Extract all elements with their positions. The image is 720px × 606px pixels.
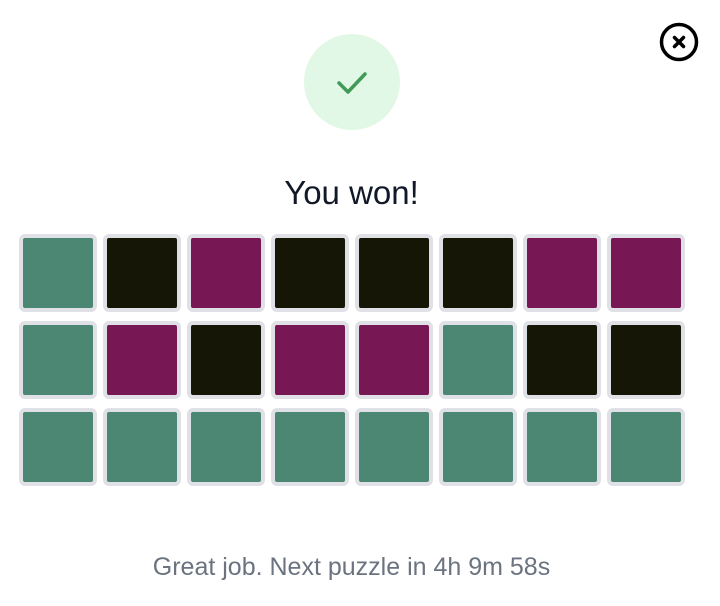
- board-cell: [19, 321, 97, 399]
- board-cell: [19, 234, 97, 312]
- close-button[interactable]: [659, 22, 699, 62]
- board-cell: [607, 234, 685, 312]
- checkmark-icon: [337, 72, 367, 94]
- board-cell: [19, 408, 97, 486]
- board-cell: [439, 321, 517, 399]
- board-cell: [439, 408, 517, 486]
- board-cell: [271, 408, 349, 486]
- board-cell: [355, 234, 433, 312]
- board-cell: [187, 408, 265, 486]
- board-cell: [523, 234, 601, 312]
- board-cell: [523, 408, 601, 486]
- result-title: You won!: [284, 174, 419, 211]
- board-cell: [187, 321, 265, 399]
- board-cell: [607, 321, 685, 399]
- board-cell: [523, 321, 601, 399]
- board-cell: [103, 408, 181, 486]
- board-cell: [271, 321, 349, 399]
- board-cell: [103, 321, 181, 399]
- board-cell: [103, 234, 181, 312]
- board-cell: [271, 234, 349, 312]
- result-board: [19, 234, 685, 486]
- close-icon[interactable]: [659, 22, 699, 62]
- board-cell: [607, 408, 685, 486]
- board-cell: [439, 234, 517, 312]
- board-cell: [355, 408, 433, 486]
- board-cell: [187, 234, 265, 312]
- board-cell: [355, 321, 433, 399]
- success-badge: [304, 34, 400, 130]
- next-puzzle-message: Great job. Next puzzle in 4h 9m 58s: [152, 553, 551, 581]
